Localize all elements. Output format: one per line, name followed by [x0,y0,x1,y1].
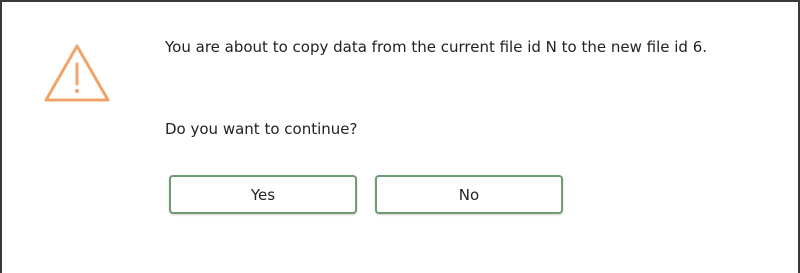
yes-button[interactable]: Yes [169,175,357,214]
dialog-message: You are about to copy data from the curr… [165,38,708,56]
confirm-copy-dialog: You are about to copy data from the curr… [0,0,800,273]
dialog-question: Do you want to continue? [165,120,358,138]
warning-triangle-icon [42,42,112,104]
no-button[interactable]: No [375,175,563,214]
